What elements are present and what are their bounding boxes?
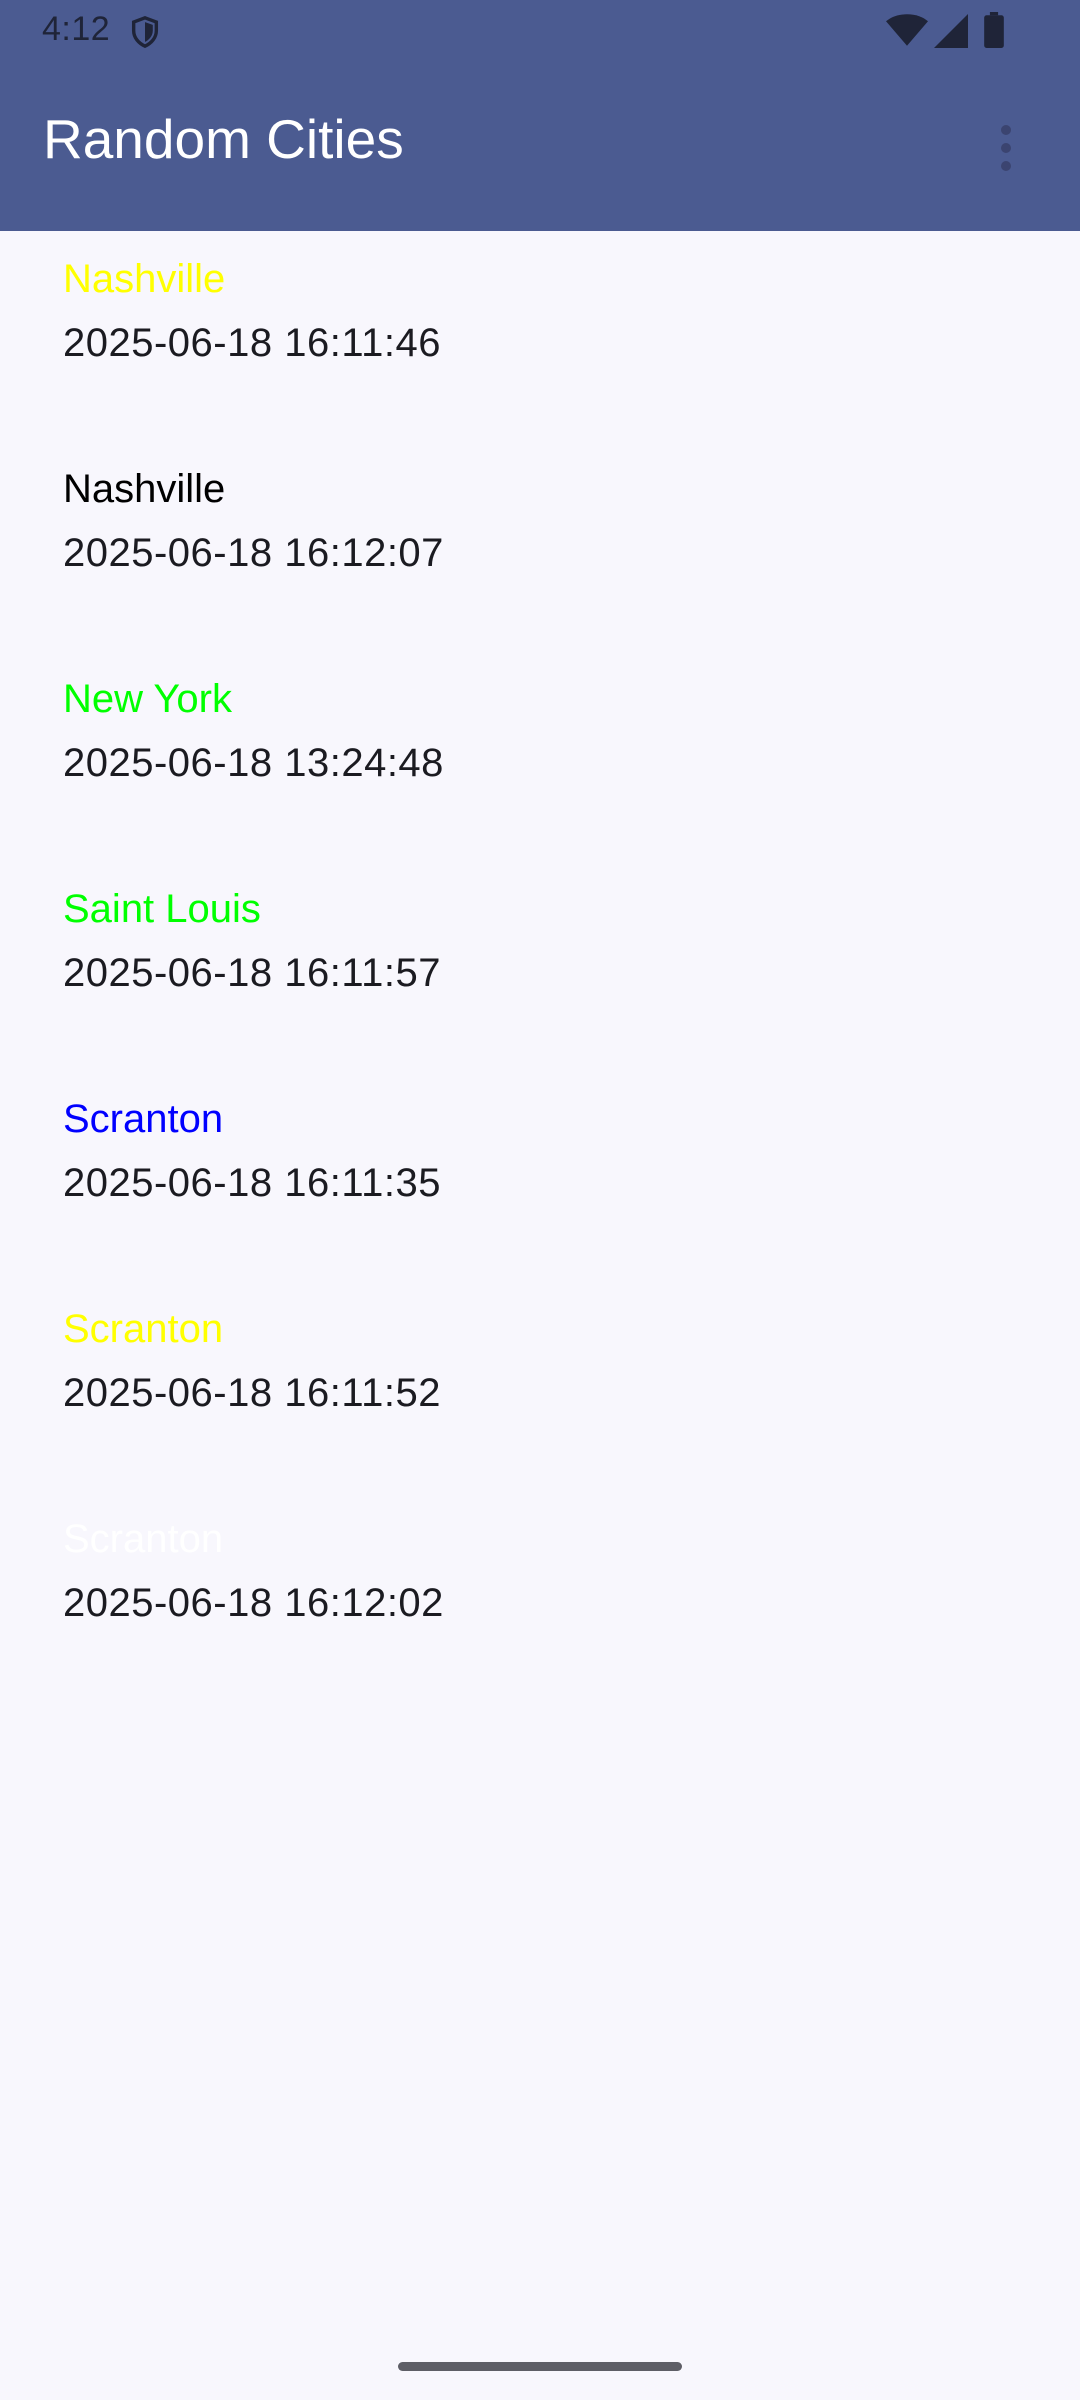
app-bar: 4:12 Random Cities bbox=[0, 0, 1080, 231]
city-timestamp: 2025-06-18 16:11:35 bbox=[63, 1161, 441, 1205]
city-timestamp: 2025-06-18 16:12:02 bbox=[63, 1581, 444, 1625]
status-bar: 4:12 bbox=[0, 0, 1080, 62]
list-item[interactable]: Nashville 2025-06-18 16:11:46 bbox=[0, 231, 1080, 441]
city-list: Nashville 2025-06-18 16:11:46 Nashville … bbox=[0, 231, 1080, 1701]
city-name: Scranton bbox=[63, 1307, 224, 1351]
wifi-icon bbox=[886, 14, 928, 46]
shield-icon bbox=[131, 16, 159, 49]
city-timestamp: 2025-06-18 16:11:52 bbox=[63, 1371, 441, 1415]
cellular-signal-icon bbox=[934, 14, 968, 48]
list-item[interactable]: New York 2025-06-18 13:24:48 bbox=[0, 651, 1080, 861]
city-timestamp: 2025-06-18 16:11:46 bbox=[63, 321, 441, 365]
page-title: Random Cities bbox=[43, 108, 404, 170]
city-name: Nashville bbox=[63, 257, 226, 301]
city-timestamp: 2025-06-18 16:12:07 bbox=[63, 531, 444, 575]
city-name: New York bbox=[63, 677, 232, 721]
list-item[interactable]: Saint Louis 2025-06-18 16:11:57 bbox=[0, 861, 1080, 1071]
city-name: Nashville bbox=[63, 467, 226, 511]
city-timestamp: 2025-06-18 13:24:48 bbox=[63, 741, 444, 785]
status-time: 4:12 bbox=[42, 10, 111, 48]
overflow-menu-button[interactable] bbox=[976, 110, 1036, 186]
city-name: Saint Louis bbox=[63, 887, 261, 931]
list-item[interactable]: Scranton 2025-06-18 16:12:02 bbox=[0, 1491, 1080, 1701]
city-timestamp: 2025-06-18 16:11:57 bbox=[63, 951, 441, 995]
navigation-handle[interactable] bbox=[398, 2362, 682, 2371]
city-name: Scranton bbox=[63, 1517, 224, 1561]
list-item[interactable]: Scranton 2025-06-18 16:11:52 bbox=[0, 1281, 1080, 1491]
battery-icon bbox=[984, 12, 1004, 48]
more-vert-icon bbox=[1001, 125, 1011, 171]
list-item[interactable]: Nashville 2025-06-18 16:12:07 bbox=[0, 441, 1080, 651]
list-item[interactable]: Scranton 2025-06-18 16:11:35 bbox=[0, 1071, 1080, 1281]
city-name: Scranton bbox=[63, 1097, 224, 1141]
